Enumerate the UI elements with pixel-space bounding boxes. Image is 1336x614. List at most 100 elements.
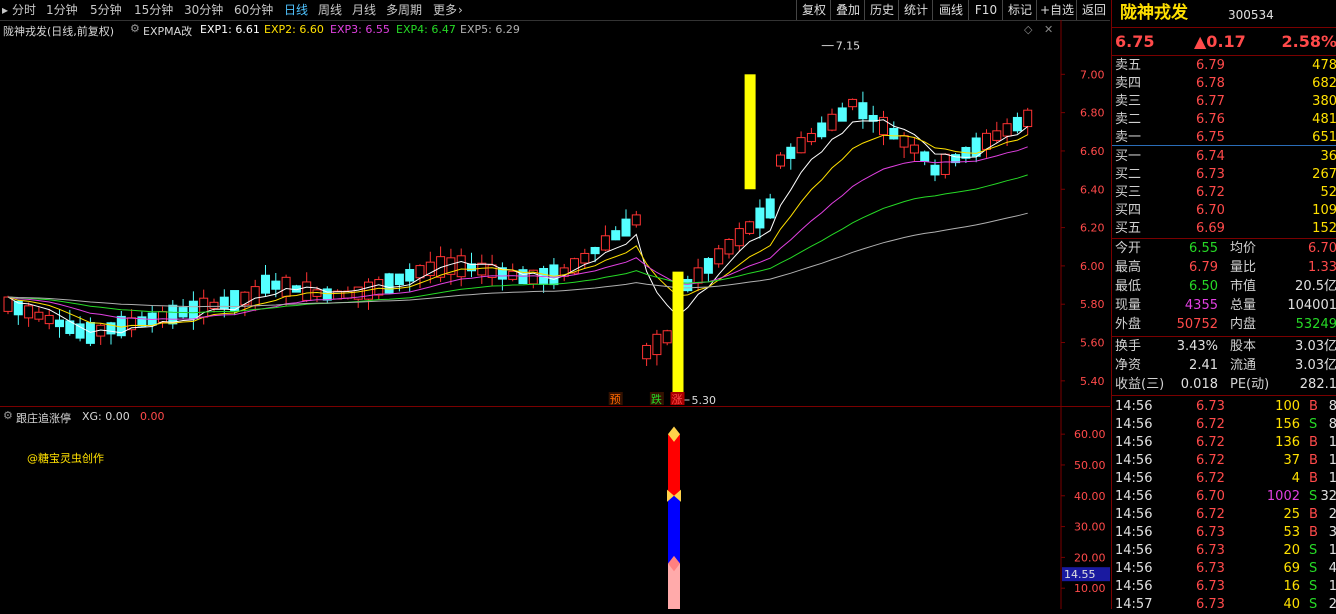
tick-price: 6.72 [1196,507,1225,522]
period-toolbar: ▸ 分时 1分钟 5分钟 15分钟 30分钟 60分钟 日线 周线 月线 多周期… [0,0,1110,21]
bid-level-label: 买二 [1115,167,1142,182]
stat-row: 换手 3.43% 股本 3.03亿 [1112,338,1336,356]
tick-price: 6.72 [1196,471,1225,486]
current-value-label: 14.55 [1064,568,1096,581]
expma-line-2 [7,134,1028,328]
candle-body [611,230,621,241]
candle-body [786,146,796,159]
sub-settings-icon[interactable]: ⚙ [3,409,13,422]
ask-price: 6.78 [1196,76,1225,91]
sub-indicator-name[interactable]: 跟庄追涨停 [16,410,71,426]
candle-body [477,262,487,276]
chevron-right-icon[interactable]: › [458,2,463,18]
ask-price: 6.79 [1196,58,1225,73]
tick-volume: 25 [1283,507,1300,522]
period-tab-1min[interactable]: 1分钟 [46,2,78,18]
close-icon[interactable]: ✕ [1044,23,1053,36]
high-price-label: 7.15 [836,40,861,53]
stat-label: 收益(三) [1115,377,1165,392]
candle-body [24,305,34,319]
candle-body [55,319,64,328]
candle-body [724,239,734,255]
period-tab-30min[interactable]: 30分钟 [184,2,223,18]
period-tab-minute[interactable]: 分时 [12,2,36,18]
ask-volume: 682 [1312,76,1336,91]
price-tick-label: 6.80 [1080,107,1105,120]
quote-header: 陇神戎发 300534 [1112,2,1336,26]
tick-side: S [1309,561,1318,576]
tick-time: 14:56 [1115,417,1153,432]
tool-overlay-button[interactable]: 叠加 [830,0,865,20]
tool-add-watch-button[interactable]: +自选 [1036,0,1077,20]
candle-body [600,235,610,251]
price-change-pct: 2.58% [1281,32,1336,51]
tick-price: 6.73 [1196,399,1225,414]
indicator-name[interactable]: EXPMA改 [143,23,192,39]
period-tab-daily[interactable]: 日线 [284,2,308,18]
candle-body [281,276,291,297]
candle-body [621,218,631,237]
candle-body [806,132,816,143]
tool-f10-button[interactable]: F10 [968,0,1003,20]
bid-price: 6.74 [1196,149,1225,164]
exp2-label: EXP2: 6.60 [264,23,324,36]
price-row: 6.75 ▲0.17 2.58% [1112,31,1336,53]
tick-time: 14:56 [1115,525,1153,540]
period-tab-more[interactable]: 更多 [433,2,457,18]
tool-history-button[interactable]: 历史 [864,0,899,20]
stat-value: 3.03亿 [1295,358,1336,373]
bid-price: 6.70 [1196,203,1225,218]
candle-body [848,98,858,108]
expma-line-3 [7,146,1028,321]
bid-price: 6.69 [1196,221,1225,236]
tick-side: S [1309,489,1318,504]
stat-value: 50752 [1176,317,1218,332]
bid-row: 买五 6.69 152 [1112,220,1336,238]
sub-tick-label: 10.00 [1074,582,1106,595]
stat-value: 2.41 [1189,358,1218,373]
exp1-label: EXP1: 6.61 [200,23,260,36]
tool-mark-button[interactable]: 标记 [1002,0,1037,20]
period-tab-weekly[interactable]: 周线 [318,2,342,18]
candle-body [250,286,260,307]
candle-body [909,144,919,154]
stat-label: 股本 [1230,339,1257,354]
period-tab-multi[interactable]: 多周期 [386,2,422,18]
indicator-settings-icon[interactable]: ⚙ [130,22,140,35]
period-tab-15min[interactable]: 15分钟 [134,2,173,18]
tool-back-button[interactable]: 返回 [1076,0,1111,20]
tick-row: 14:56 6.72 25 B 2 [1112,506,1336,524]
tool-fuquan-button[interactable]: 复权 [796,0,831,20]
tick-time: 14:56 [1115,471,1153,486]
candle-body [776,154,785,167]
price-tick-label: 6.20 [1080,222,1105,235]
period-tab-monthly[interactable]: 月线 [352,2,376,18]
stat-label: 均价 [1230,241,1257,256]
sub-indicator-chart[interactable]: 60.00 50.00 40.00 30.00 20.00 10.00 14.55 ⚙ 跟庄… [0,407,1110,609]
period-tab-5min[interactable]: 5分钟 [90,2,122,18]
tool-draw-button[interactable]: 画线 [932,0,969,20]
candle-body [992,130,1002,141]
period-menu-icon[interactable]: ▸ [2,2,8,18]
ask-row: 卖四 6.78 682 [1112,75,1336,93]
tick-volume: 40 [1283,597,1300,612]
kline-chart[interactable]: 7.00 6.80 6.60 6.40 6.20 6.00 5.80 5.60 5.40 7.15… [0,20,1110,406]
ask-price: 6.77 [1196,94,1225,109]
tool-stats-button[interactable]: 统计 [898,0,933,20]
period-tab-60min[interactable]: 60分钟 [234,2,273,18]
stat-value: 53249 [1295,317,1336,332]
tick-row: 14:57 6.73 40 S 2 [1112,596,1336,614]
candle-body [631,214,641,226]
diamond-icon[interactable]: ◇ [1024,23,1032,36]
tick-volume: 4 [1291,471,1300,486]
tick-time: 14:56 [1115,507,1153,522]
bid-volume: 52 [1320,185,1336,200]
price-tick-label: 6.60 [1080,145,1105,158]
tick-side: S [1309,597,1318,612]
tick-price: 6.72 [1196,435,1225,450]
stat-value: 3.03亿 [1295,339,1336,354]
candle-body [714,248,724,265]
ask-price: 6.76 [1196,112,1225,127]
candle-body [1002,123,1012,137]
bid-row: 买一 6.74 36 [1112,148,1336,166]
